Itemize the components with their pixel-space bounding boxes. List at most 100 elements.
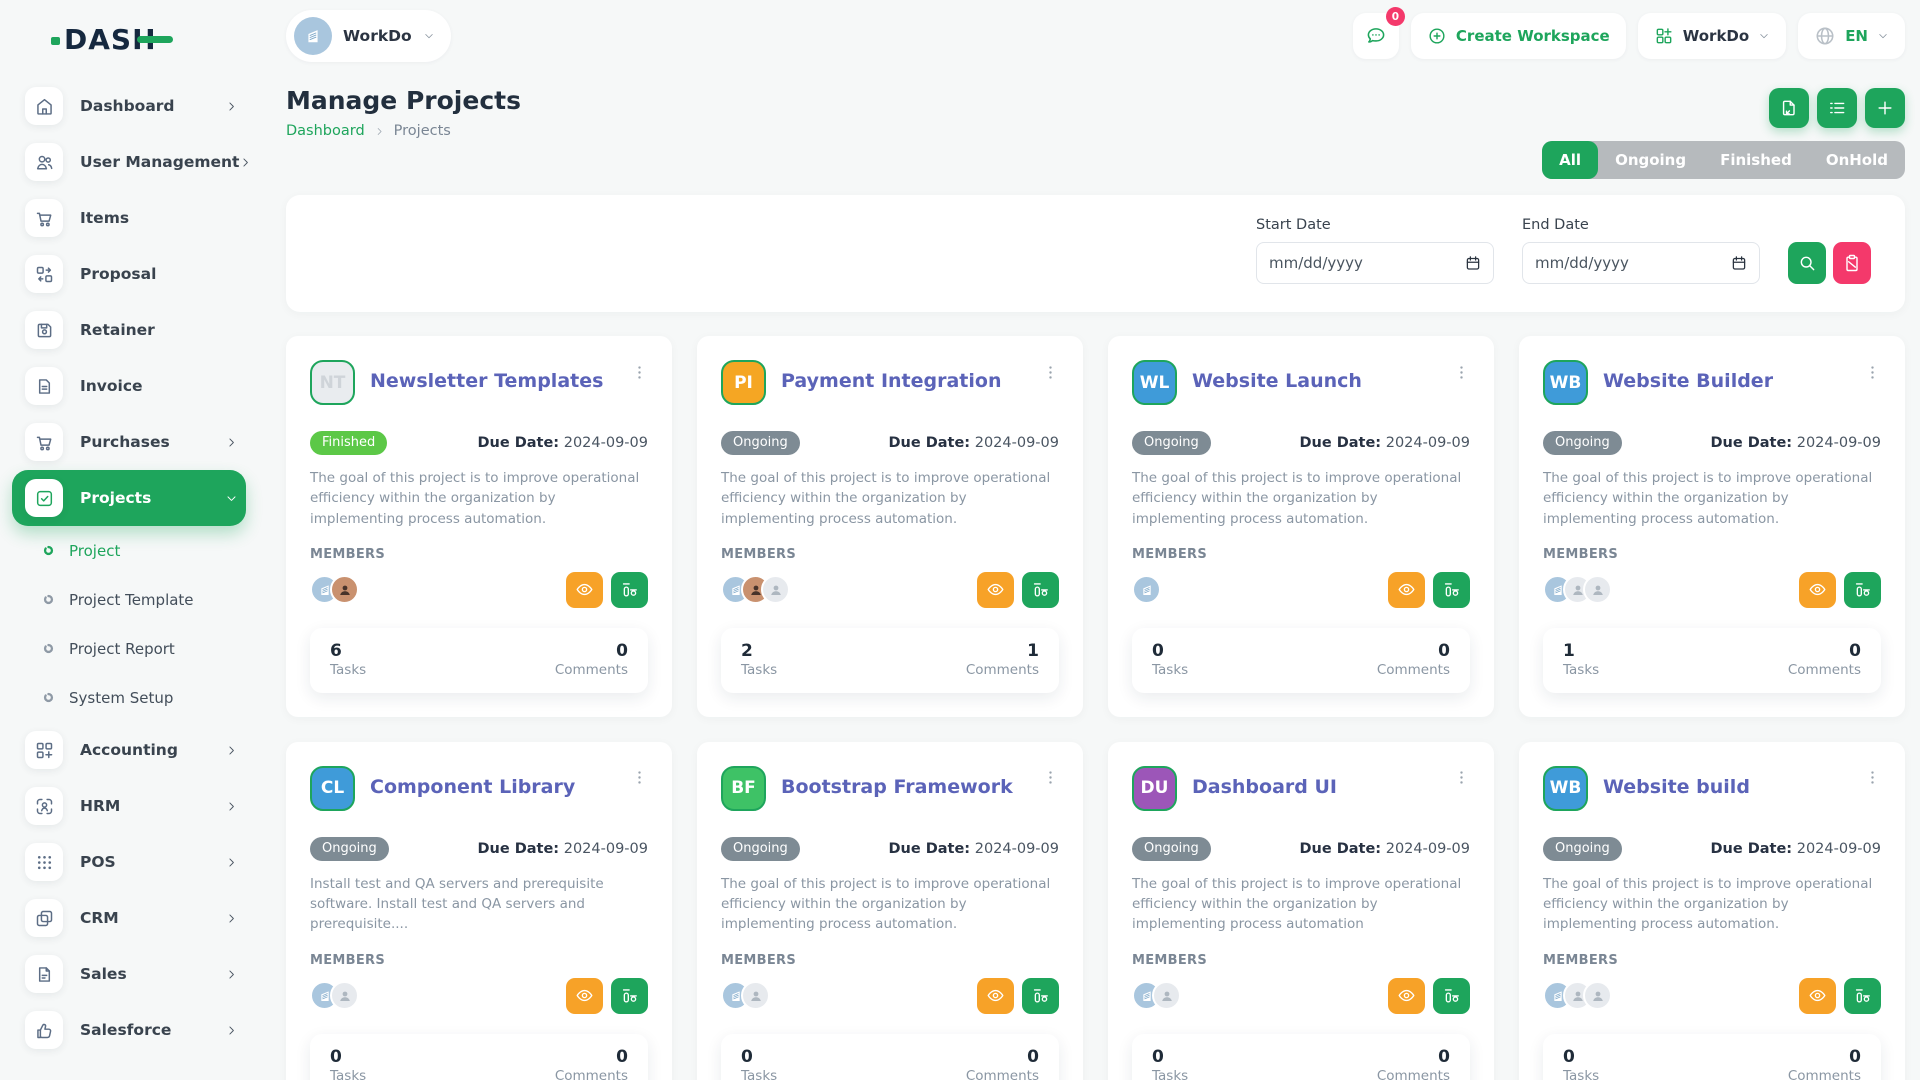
filter-tab-ongoing[interactable]: Ongoing (1598, 141, 1703, 179)
sidebar-item-label: Accounting (80, 741, 178, 759)
language-selector[interactable]: EN (1798, 13, 1905, 59)
sidebar-item-projects[interactable]: Projects (12, 470, 246, 526)
comments-count: 0 (555, 1047, 628, 1067)
app-logo[interactable]: DASH (0, 0, 258, 78)
card-menu-button[interactable] (1042, 766, 1059, 790)
create-workspace-button[interactable]: Create Workspace (1411, 13, 1626, 59)
project-title-link[interactable]: Website build (1603, 776, 1750, 798)
project-stats: 0 Tasks 0 Comments (1132, 1034, 1470, 1080)
sidebar-item-dashboard[interactable]: Dashboard (12, 78, 246, 134)
project-progress-button[interactable] (1844, 572, 1881, 608)
workspace-menu-button[interactable]: WorkDo (1638, 13, 1786, 59)
status-badge: Ongoing (310, 837, 389, 861)
card-menu-button[interactable] (1453, 766, 1470, 790)
users-icon (25, 143, 63, 181)
view-project-button[interactable] (1799, 572, 1836, 608)
due-date: Due Date: 2024-09-09 (1299, 841, 1470, 857)
due-date: Due Date: 2024-09-09 (477, 435, 648, 451)
breadcrumb-dashboard-link[interactable]: Dashboard (286, 123, 365, 139)
workspace-name: WorkDo (343, 27, 412, 45)
project-title-link[interactable]: Dashboard UI (1192, 776, 1337, 798)
globe-icon (1814, 25, 1836, 47)
sidebar-item-hrm[interactable]: HRM (12, 778, 246, 834)
sidebar-item-pos[interactable]: POS (12, 834, 246, 890)
tasks-count: 6 (330, 641, 366, 661)
view-project-button[interactable] (1388, 572, 1425, 608)
sidebar-item-user-management[interactable]: User Management (12, 134, 246, 190)
card-menu-button[interactable] (1864, 360, 1881, 384)
export-button[interactable] (1769, 88, 1809, 128)
card-menu-button[interactable] (631, 360, 648, 384)
filter-tab-onhold[interactable]: OnHold (1809, 141, 1905, 179)
due-date: Due Date: 2024-09-09 (1710, 841, 1881, 857)
view-project-button[interactable] (1388, 978, 1425, 1014)
view-project-button[interactable] (1799, 978, 1836, 1014)
plus-icon (1875, 98, 1895, 118)
tasks-label: Tasks (1563, 1068, 1599, 1080)
sidebar-subitem-project-report[interactable]: Project Report (0, 624, 258, 673)
reset-filter-button[interactable] (1833, 242, 1871, 284)
due-date-label: Due Date: (477, 435, 559, 451)
project-title-link[interactable]: Website Builder (1603, 370, 1773, 392)
project-progress-button[interactable] (1022, 572, 1059, 608)
chevron-right-icon (225, 912, 238, 925)
file-export-icon (1779, 98, 1799, 118)
messages-button[interactable]: 0 (1353, 13, 1399, 59)
card-menu-button[interactable] (1864, 766, 1881, 790)
tasks-label: Tasks (1563, 662, 1599, 678)
proposal-icon (25, 255, 63, 293)
sidebar-item-proposal[interactable]: Proposal (12, 246, 246, 302)
filter-tab-all[interactable]: All (1542, 141, 1598, 179)
project-progress-button[interactable] (1433, 978, 1470, 1014)
tasks-icon (620, 986, 639, 1005)
status-badge: Ongoing (1132, 431, 1211, 455)
comments-count: 0 (1788, 1047, 1861, 1067)
page-head-actions: AllOngoingFinishedOnHold (1542, 86, 1905, 179)
sidebar-item-purchases[interactable]: Purchases (12, 414, 246, 470)
project-title-link[interactable]: Newsletter Templates (370, 370, 603, 392)
sidebar-subitem-system-setup[interactable]: System Setup (0, 673, 258, 722)
sidebar-item-invoice[interactable]: Invoice (12, 358, 246, 414)
sidebar-subitem-project-template[interactable]: Project Template (0, 575, 258, 624)
end-date-label: End Date (1522, 217, 1760, 233)
start-date-input[interactable] (1256, 242, 1494, 284)
view-project-button[interactable] (977, 978, 1014, 1014)
project-progress-button[interactable] (611, 978, 648, 1014)
filter-tab-finished[interactable]: Finished (1703, 141, 1809, 179)
list-view-button[interactable] (1817, 88, 1857, 128)
project-title-link[interactable]: Component Library (370, 776, 575, 798)
top-header: WorkDo 0 Create Workspace WorkDo (286, 0, 1905, 72)
view-project-button[interactable] (566, 978, 603, 1014)
add-project-button[interactable] (1865, 88, 1905, 128)
view-project-button[interactable] (977, 572, 1014, 608)
project-title-link[interactable]: Bootstrap Framework (781, 776, 1013, 798)
card-menu-button[interactable] (1042, 360, 1059, 384)
sidebar-item-label: Purchases (80, 433, 170, 451)
project-progress-button[interactable] (1433, 572, 1470, 608)
sidebar-item-items[interactable]: Items (12, 190, 246, 246)
project-card: NT Newsletter Templates Finished Due Dat… (286, 336, 672, 717)
due-date: Due Date: 2024-09-09 (1299, 435, 1470, 451)
sidebar-item-accounting[interactable]: Accounting (12, 722, 246, 778)
project-progress-button[interactable] (1022, 978, 1059, 1014)
due-date-value: 2024-09-09 (564, 435, 648, 451)
project-progress-button[interactable] (1844, 978, 1881, 1014)
sidebar-subitem-project[interactable]: Project (0, 526, 258, 575)
project-progress-button[interactable] (611, 572, 648, 608)
header-actions: 0 Create Workspace WorkDo EN (1353, 13, 1905, 59)
card-menu-button[interactable] (1453, 360, 1470, 384)
sidebar-item-crm[interactable]: CRM (12, 890, 246, 946)
project-title-link[interactable]: Website Launch (1192, 370, 1362, 392)
search-button[interactable] (1788, 242, 1826, 284)
sidebar-item-sales[interactable]: Sales (12, 946, 246, 1002)
person-icon (748, 988, 764, 1004)
view-project-button[interactable] (566, 572, 603, 608)
due-date-value: 2024-09-09 (975, 435, 1059, 451)
project-title-link[interactable]: Payment Integration (781, 370, 1001, 392)
sidebar-item-salesforce[interactable]: Salesforce (12, 1002, 246, 1058)
workspace-switcher[interactable]: WorkDo (286, 10, 451, 62)
end-date-input[interactable] (1522, 242, 1760, 284)
sidebar-item-retainer[interactable]: Retainer (12, 302, 246, 358)
due-date-value: 2024-09-09 (1386, 435, 1470, 451)
card-menu-button[interactable] (631, 766, 648, 790)
